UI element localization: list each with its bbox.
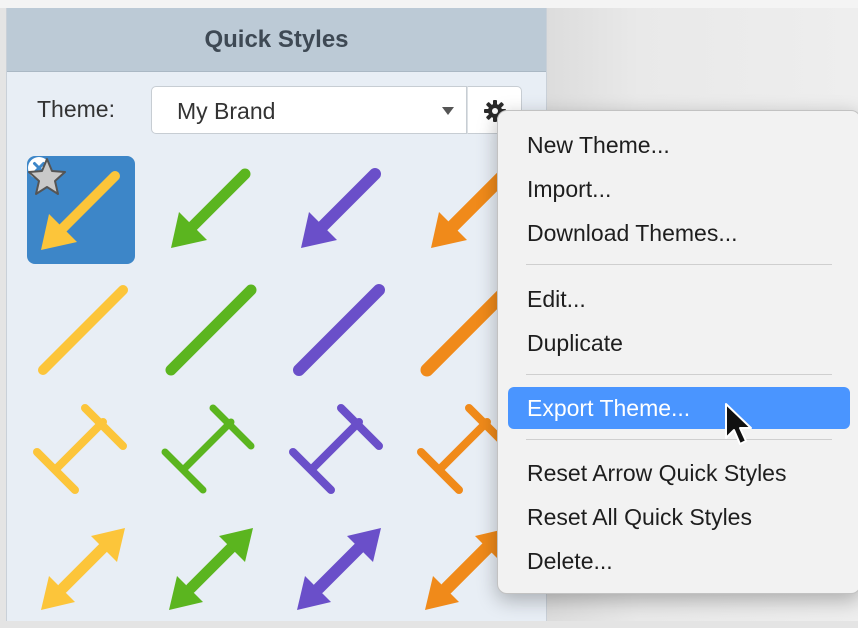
menu-item-duplicate[interactable]: Duplicate bbox=[508, 323, 850, 363]
arrow-icon bbox=[171, 168, 251, 248]
menu-item-export-theme[interactable]: Export Theme... bbox=[508, 387, 850, 429]
menu-item-download-themes[interactable]: Download Themes... bbox=[508, 213, 850, 253]
style-purple-arrow[interactable] bbox=[283, 156, 391, 264]
arrow-icon bbox=[301, 168, 381, 248]
menu-item-reset-arrow-quick-styles[interactable]: Reset Arrow Quick Styles bbox=[508, 453, 850, 493]
theme-options-menu: New Theme... Import... Download Themes..… bbox=[497, 110, 858, 594]
style-yellow-line[interactable] bbox=[27, 278, 135, 386]
quick-styles-grid bbox=[7, 8, 546, 621]
quick-styles-panel: Quick Styles Theme: My Brand bbox=[6, 8, 547, 621]
menu-item-import[interactable]: Import... bbox=[508, 169, 850, 209]
double-arrow-icon bbox=[169, 528, 253, 610]
line-icon bbox=[38, 285, 128, 375]
style-purple-dimension[interactable] bbox=[283, 400, 391, 508]
double-arrow-icon bbox=[41, 528, 125, 610]
menu-item-edit[interactable]: Edit... bbox=[508, 279, 850, 319]
dimension-line-icon bbox=[161, 404, 255, 494]
menu-item-delete[interactable]: Delete... bbox=[508, 541, 850, 581]
style-yellow-arrow[interactable] bbox=[27, 156, 135, 264]
mouse-cursor-icon bbox=[725, 403, 752, 445]
line-icon bbox=[165, 284, 257, 376]
menu-item-reset-all-quick-styles[interactable]: Reset All Quick Styles bbox=[508, 497, 850, 537]
style-green-line[interactable] bbox=[155, 278, 263, 386]
line-icon bbox=[293, 284, 385, 376]
menu-separator bbox=[526, 264, 832, 265]
style-green-dimension[interactable] bbox=[155, 400, 263, 508]
star-icon bbox=[28, 158, 66, 195]
dimension-line-icon bbox=[289, 404, 383, 494]
menu-separator bbox=[526, 374, 832, 375]
menu-separator bbox=[526, 439, 832, 440]
style-yellow-dimension[interactable] bbox=[27, 400, 135, 508]
double-arrow-icon bbox=[297, 528, 381, 610]
menu-item-new-theme[interactable]: New Theme... bbox=[508, 125, 850, 165]
style-green-double-arrow[interactable] bbox=[155, 520, 263, 628]
window-top-strip bbox=[0, 0, 858, 8]
style-yellow-double-arrow[interactable] bbox=[27, 520, 135, 628]
style-purple-double-arrow[interactable] bbox=[283, 520, 391, 628]
dimension-line-icon bbox=[33, 404, 127, 494]
style-green-arrow[interactable] bbox=[155, 156, 263, 264]
style-purple-line[interactable] bbox=[283, 278, 391, 386]
